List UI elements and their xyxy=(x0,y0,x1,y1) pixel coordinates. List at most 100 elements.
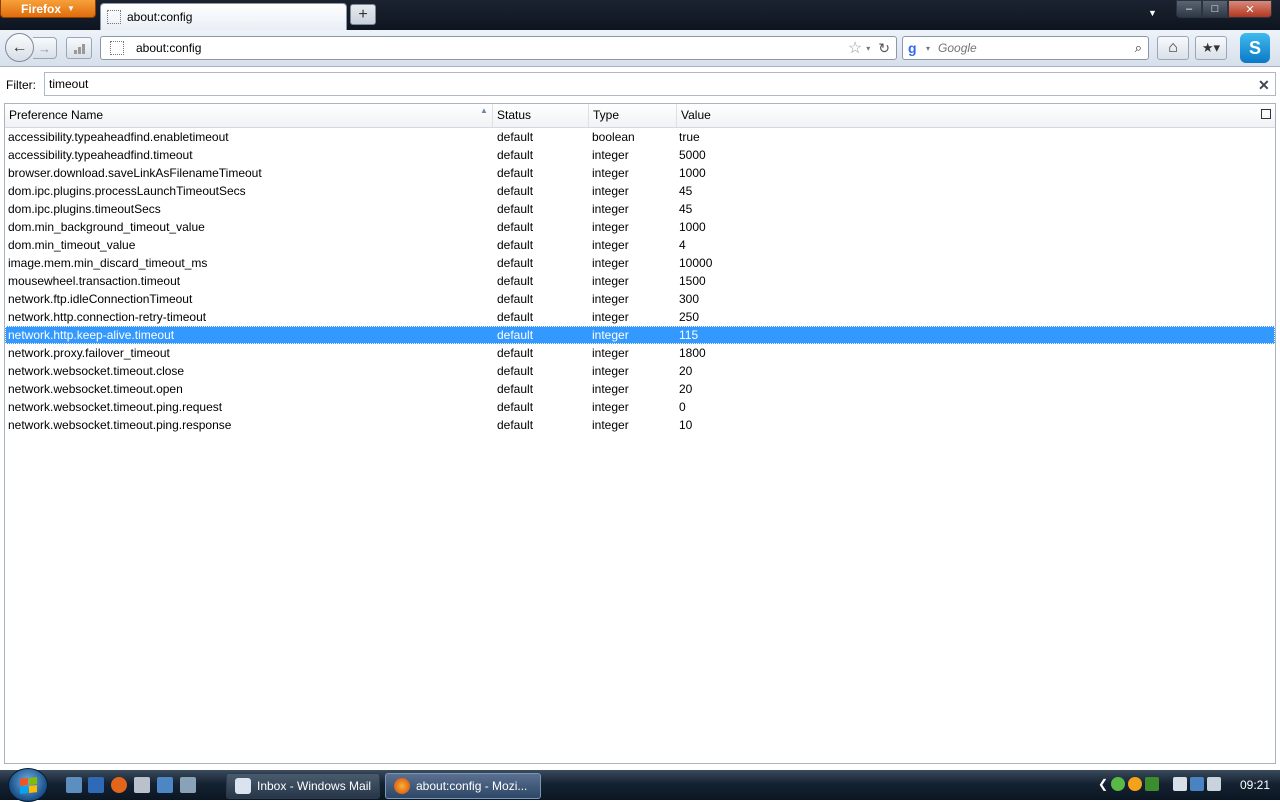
back-button[interactable]: ← xyxy=(5,33,34,62)
table-row[interactable]: image.mem.min_discard_timeout_ms default i… xyxy=(5,254,1275,272)
column-header-value[interactable]: Value xyxy=(677,104,1255,127)
quicklaunch-recycle-bin-icon[interactable] xyxy=(180,777,196,793)
skype-icon[interactable]: S xyxy=(1240,33,1270,63)
table-row[interactable]: network.http.connection-retry-timeout def… xyxy=(5,308,1275,326)
preference-name-cell: dom.ipc.plugins.timeoutSecs xyxy=(8,202,161,216)
table-row[interactable]: network.http.keep-alive.timeout default in… xyxy=(5,326,1275,344)
url-text[interactable]: about:config xyxy=(136,41,848,55)
table-row[interactable]: network.websocket.timeout.ping.response d… xyxy=(5,416,1275,434)
new-tab-button[interactable]: + xyxy=(350,4,376,25)
status-cell: default xyxy=(497,130,534,144)
table-row[interactable]: accessibility.typeaheadfind.timeout defau… xyxy=(5,146,1275,164)
taskbar-item-label: Inbox - Windows Mail xyxy=(257,779,372,793)
status-cell: default xyxy=(497,292,534,306)
preference-name-cell: image.mem.min_discard_timeout_ms xyxy=(8,256,208,270)
type-cell: integer xyxy=(592,310,629,324)
tray-app-icon[interactable] xyxy=(1128,777,1142,791)
title-bar: Firefox ▼ about:config + ▼ – □ ✕ xyxy=(0,0,1280,30)
table-row[interactable]: mousewheel.transaction.timeout default int… xyxy=(5,272,1275,290)
column-header-preference-name[interactable]: Preference Name xyxy=(5,104,493,127)
quicklaunch-desktop-icon[interactable] xyxy=(66,777,82,793)
show-hidden-icons-button[interactable]: ❮ xyxy=(1098,777,1108,791)
bar-icon xyxy=(77,47,81,54)
filter-bar: Filter: ✕ xyxy=(0,67,1280,102)
firefox-menu-button[interactable]: Firefox ▼ xyxy=(0,0,96,18)
table-row[interactable]: accessibility.typeaheadfind.enabletimeou… xyxy=(5,128,1275,146)
preferences-table[interactable]: Preference Name ▲ Status Type Value acce… xyxy=(4,103,1276,764)
history-button[interactable] xyxy=(66,37,92,59)
table-row[interactable]: network.ftp.idleConnectionTimeout default… xyxy=(5,290,1275,308)
firefox-icon xyxy=(394,778,410,794)
search-engine-dropdown-icon[interactable]: ▾ xyxy=(926,44,930,53)
table-row[interactable]: network.websocket.timeout.open default int… xyxy=(5,380,1275,398)
value-cell: 300 xyxy=(679,292,700,306)
table-row[interactable]: network.websocket.timeout.ping.request de… xyxy=(5,398,1275,416)
start-button[interactable] xyxy=(8,768,48,802)
search-input[interactable] xyxy=(936,40,1135,56)
quicklaunch-app-icon[interactable] xyxy=(111,777,127,793)
site-identity-icon[interactable] xyxy=(110,41,124,55)
tab-about-config[interactable]: about:config xyxy=(100,3,347,30)
volume-icon[interactable] xyxy=(1207,777,1221,791)
quicklaunch-monitor-icon[interactable] xyxy=(157,777,173,793)
tray-device-icon[interactable] xyxy=(1173,777,1187,791)
table-row[interactable]: dom.ipc.plugins.processLaunchTimeoutSecs… xyxy=(5,182,1275,200)
table-row[interactable]: dom.min_timeout_value default integer 4 xyxy=(5,236,1275,254)
value-cell: 45 xyxy=(679,184,693,198)
table-row[interactable]: browser.download.saveLinkAsFilenameTimeo… xyxy=(5,164,1275,182)
taskbar-item-firefox[interactable]: about:config - Mozi... xyxy=(385,773,541,799)
clear-filter-icon[interactable]: ✕ xyxy=(1258,77,1270,94)
tab-list-dropdown-icon[interactable]: ▼ xyxy=(1148,8,1157,18)
chevron-down-icon: ▼ xyxy=(67,4,75,13)
value-cell: 20 xyxy=(679,382,693,396)
column-picker-icon[interactable] xyxy=(1261,109,1271,119)
type-cell: integer xyxy=(592,166,629,180)
type-cell: integer xyxy=(592,148,629,162)
taskbar-item-windows-mail[interactable]: Inbox - Windows Mail xyxy=(226,773,380,799)
type-cell: integer xyxy=(592,256,629,270)
url-bar[interactable]: about:config ☆ ▾ ↻ xyxy=(100,36,897,60)
clock[interactable]: 09:21 xyxy=(1240,778,1270,792)
quicklaunch-drive-icon[interactable] xyxy=(134,777,150,793)
quicklaunch-window-icon[interactable] xyxy=(88,777,104,793)
type-cell: integer xyxy=(592,328,629,342)
preference-name-cell: dom.min_timeout_value xyxy=(8,238,136,252)
preference-name-cell: network.ftp.idleConnectionTimeout xyxy=(8,292,193,306)
type-cell: integer xyxy=(592,184,629,198)
status-cell: default xyxy=(497,364,534,378)
maximize-button[interactable]: □ xyxy=(1202,0,1228,18)
value-cell: true xyxy=(679,130,700,144)
value-cell: 10000 xyxy=(679,256,713,270)
mail-icon xyxy=(235,778,251,794)
search-bar[interactable]: g ▾ ⌕ xyxy=(902,36,1149,60)
type-cell: integer xyxy=(592,400,629,414)
preference-name-cell: mousewheel.transaction.timeout xyxy=(8,274,181,288)
url-history-dropdown-icon[interactable]: ▾ xyxy=(866,44,870,53)
navigation-toolbar: → ← about:config ☆ ▾ ↻ g ▾ ⌕ ⌂ ★▾ S xyxy=(0,30,1280,67)
table-row[interactable]: network.proxy.failover_timeout default int… xyxy=(5,344,1275,362)
close-button[interactable]: ✕ xyxy=(1228,0,1272,18)
network-icon[interactable] xyxy=(1190,777,1204,791)
tray-app-icon[interactable] xyxy=(1145,777,1159,791)
search-icon[interactable]: ⌕ xyxy=(1135,40,1142,56)
column-header-type[interactable]: Type xyxy=(589,104,677,127)
forward-button[interactable]: → xyxy=(33,37,57,59)
bookmarks-menu-button[interactable]: ★▾ xyxy=(1195,36,1227,60)
status-cell: default xyxy=(497,238,534,252)
bookmark-star-icon[interactable]: ☆ xyxy=(848,38,862,58)
preference-name-cell: network.http.keep-alive.timeout xyxy=(8,328,175,342)
preference-name-cell: network.websocket.timeout.ping.response xyxy=(8,418,232,432)
table-row[interactable]: dom.ipc.plugins.timeoutSecs default intege… xyxy=(5,200,1275,218)
table-row[interactable]: dom.min_background_timeout_value default i… xyxy=(5,218,1275,236)
tray-app-icon[interactable] xyxy=(1111,777,1125,791)
home-button[interactable]: ⌂ xyxy=(1157,36,1189,60)
table-row[interactable]: network.websocket.timeout.close default in… xyxy=(5,362,1275,380)
reload-icon[interactable]: ↻ xyxy=(878,40,890,57)
bar-icon xyxy=(73,50,77,54)
column-header-status[interactable]: Status xyxy=(493,104,589,127)
minimize-button[interactable]: – xyxy=(1176,0,1202,18)
status-cell: default xyxy=(497,310,534,324)
filter-input[interactable] xyxy=(44,72,1276,96)
page-icon xyxy=(107,10,121,24)
google-icon[interactable]: g xyxy=(908,40,924,56)
